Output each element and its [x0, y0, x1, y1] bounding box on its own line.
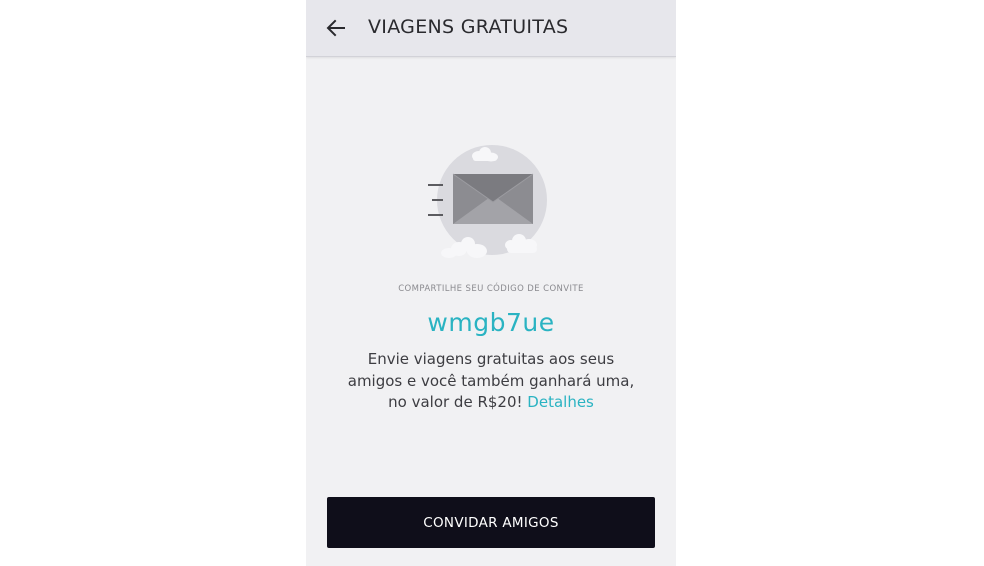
arrow-left-icon — [326, 19, 345, 37]
invite-code: wmgb7ue — [427, 308, 555, 337]
envelope-icon — [428, 145, 547, 258]
app-screen: VIAGENS GRATUITAS COMPARTILHE SEU CÓDIGO… — [306, 0, 676, 566]
invite-code-label: COMPARTILHE SEU CÓDIGO DE CONVITE — [398, 284, 584, 294]
description-line-3: no valor de R$20! Detalhes — [336, 392, 646, 414]
app-header: VIAGENS GRATUITAS — [306, 0, 676, 57]
details-link[interactable]: Detalhes — [527, 393, 594, 411]
invite-illustration — [421, 135, 561, 265]
description-line-3-text: no valor de R$20! — [388, 393, 523, 411]
invite-friends-button[interactable]: CONVIDAR AMIGOS — [327, 497, 655, 548]
invite-description: Envie viagens gratuitas aos seus amigos … — [336, 349, 646, 414]
description-line-2: amigos e você também ganhará uma, — [347, 371, 635, 390]
back-button[interactable] — [320, 12, 352, 44]
page-title: VIAGENS GRATUITAS — [368, 16, 569, 38]
description-line-1: Envie viagens gratuitas aos seus — [367, 350, 615, 368]
